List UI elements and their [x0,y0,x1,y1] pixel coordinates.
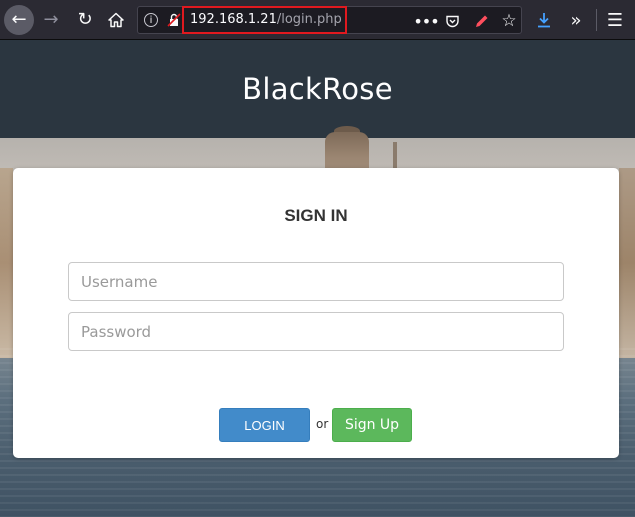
url-path: /login.php [276,12,342,27]
overflow-chevrons-icon[interactable]: » [562,5,590,35]
url-host: 192.168.1.21 [190,12,277,27]
browser-toolbar: ← → ↻ i 192.168.1.21/login.php ••• ☆ » ☰ [0,0,635,40]
more-dots-icon[interactable]: ••• [413,11,439,31]
forward-arrow-icon[interactable]: → [36,5,66,35]
pen-icon[interactable] [471,11,491,31]
site-title: BlackRose [242,72,393,106]
username-input[interactable] [68,262,564,301]
left-building [0,168,13,358]
login-button[interactable]: LOGIN [219,408,310,442]
url-text[interactable]: 192.168.1.21/login.php [190,12,342,27]
login-card: SIGN IN LOGIN or Sign Up [13,168,619,458]
sign-in-heading: SIGN IN [284,206,348,225]
bookmark-star-icon[interactable]: ☆ [499,11,519,31]
url-bar[interactable]: i 192.168.1.21/login.php ••• ☆ [137,6,522,34]
home-icon[interactable] [101,5,131,35]
hamburger-menu-icon[interactable]: ☰ [601,5,629,35]
or-separator: or [316,417,329,431]
site-header: BlackRose [0,40,635,138]
toolbar-separator [596,9,597,31]
page-content: BlackRose SIGN IN LOGIN or Sign Up [0,40,635,517]
reload-icon[interactable]: ↻ [70,5,100,35]
insecure-lock-icon[interactable] [165,11,183,29]
pocket-icon[interactable] [442,11,462,31]
right-building [619,168,635,358]
info-icon[interactable]: i [144,13,158,27]
download-icon[interactable] [530,5,558,35]
back-arrow-icon[interactable]: ← [4,5,34,35]
password-input[interactable] [68,312,564,351]
sign-up-button[interactable]: Sign Up [332,408,412,442]
